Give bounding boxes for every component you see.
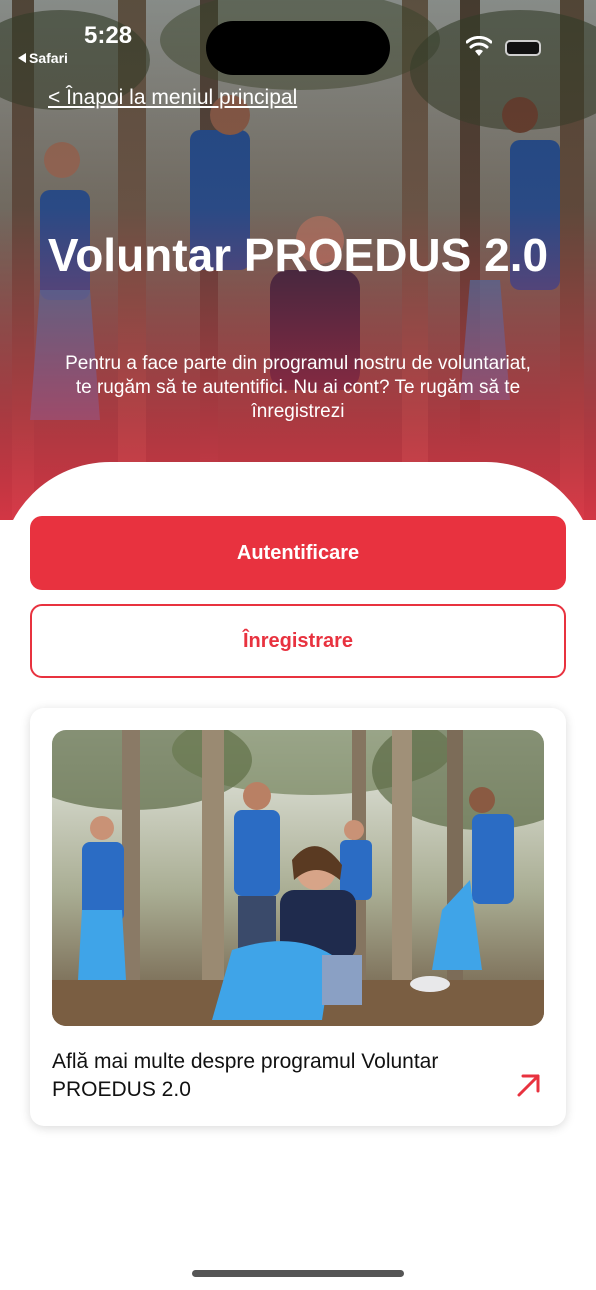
dynamic-island bbox=[206, 21, 390, 75]
register-button[interactable]: Înregistrare bbox=[30, 604, 566, 678]
card-description: Află mai multe despre programul Voluntar… bbox=[52, 1050, 439, 1101]
back-to-safari[interactable]: Safari bbox=[18, 50, 68, 66]
back-to-main-menu-link[interactable]: < Înapoi la meniul principal bbox=[48, 86, 297, 110]
page-subtitle: Pentru a face parte din programul nostru… bbox=[65, 353, 531, 422]
login-button[interactable]: Autentificare bbox=[30, 516, 566, 590]
home-indicator[interactable] bbox=[192, 1270, 404, 1277]
status-time: 5:28 bbox=[84, 22, 133, 49]
wifi-icon bbox=[466, 36, 492, 56]
page-title: Voluntar PROEDUS 2.0 bbox=[47, 229, 549, 281]
learn-more-card[interactable]: Află mai multe despre programul Voluntar… bbox=[30, 708, 566, 1126]
back-to-safari-label: Safari bbox=[29, 50, 68, 66]
battery-icon bbox=[505, 40, 541, 56]
arrow-up-right-icon bbox=[517, 1074, 540, 1097]
card-photo bbox=[52, 730, 544, 1026]
back-triangle-icon bbox=[18, 53, 26, 63]
